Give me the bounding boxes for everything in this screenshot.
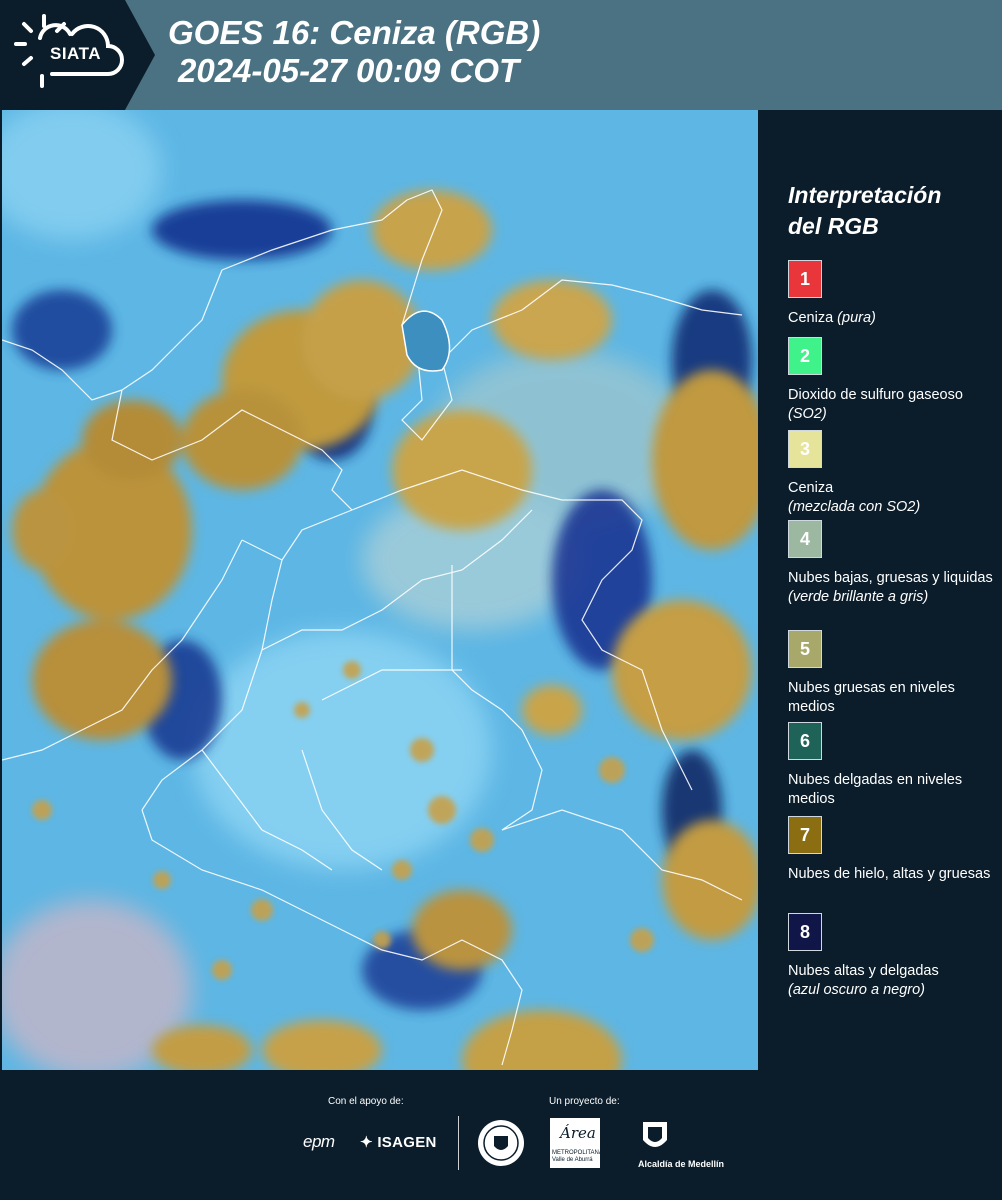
area-metropolitana-logo: Área METROPOLITANA Valle de Aburrá <box>550 1118 603 1168</box>
legend-item: 5 Nubes gruesas en niveles medios <box>788 630 993 717</box>
legend-panel: Interpretación del RGB 1 Ceniza (pura) 2… <box>770 110 1002 1070</box>
legend-label: Nubes bajas, gruesas y liquidas (verde br… <box>788 570 993 605</box>
project-label: Un proyecto de: <box>549 1096 620 1107</box>
legend-swatch: 2 <box>788 337 822 375</box>
legend-title: Interpretación del RGB <box>788 180 941 242</box>
legend-item: 2 Dioxido de sulfuro gaseoso (SO2) <box>788 337 993 424</box>
university-seal-icon <box>478 1120 524 1166</box>
medellin-crest-icon <box>643 1122 667 1147</box>
legend-label: Nubes altas y delgadas (azul oscuro a neg… <box>788 963 939 998</box>
legend-label: Nubes gruesas en niveles medios <box>788 680 955 715</box>
legend-swatch: 8 <box>788 913 822 951</box>
legend-item: 4 Nubes bajas, gruesas y liquidas (verde … <box>788 520 993 607</box>
legend-item: 8 Nubes altas y delgadas (azul oscuro a n… <box>788 913 993 1000</box>
legend-label: Ceniza (pura) <box>788 310 876 326</box>
legend-swatch: 7 <box>788 816 822 854</box>
legend-label: Nubes delgadas en niveles medios <box>788 772 963 807</box>
epm-logo: epm <box>303 1132 335 1151</box>
legend-label: Dioxido de sulfuro gaseoso (SO2) <box>788 387 963 422</box>
satellite-map <box>2 110 758 1070</box>
legend-label: Ceniza (mezclada con SO2) <box>788 480 921 515</box>
legend-swatch: 4 <box>788 520 822 558</box>
legend-item: 3 Ceniza (mezclada con SO2) <box>788 430 993 517</box>
legend-swatch: 1 <box>788 260 822 298</box>
title-product: GOES 16: Ceniza (RGB) <box>168 14 541 51</box>
satellite-image <box>2 110 758 1070</box>
header-bar: SIATA GOES 16: Ceniza (RGB) 2024-05-27 0… <box>0 0 1002 110</box>
isagen-text: ISAGEN <box>377 1134 437 1151</box>
area-logo-word: Área <box>560 1124 596 1142</box>
logo-label: SIATA <box>50 44 101 63</box>
isagen-logo: ✦ ISAGEN <box>360 1134 437 1151</box>
legend-swatch: 5 <box>788 630 822 668</box>
page-title: GOES 16: Ceniza (RGB) 2024-05-27 00:09 C… <box>168 14 540 90</box>
legend-item: 1 Ceniza (pura) <box>788 260 993 328</box>
legend-label: Nubes de hielo, altas y gruesas <box>788 866 991 882</box>
footer: Con el apoyo de: Un proyecto de: epm ✦ I… <box>0 1070 1002 1200</box>
legend-title-line2: del RGB <box>788 213 879 239</box>
legend-item: 6 Nubes delgadas en niveles medios <box>788 722 993 809</box>
medellin-label: Alcaldía de Medellín <box>638 1159 725 1169</box>
siata-logo: SIATA <box>0 0 155 110</box>
footer-divider <box>458 1116 459 1170</box>
legend-title-line1: Interpretación <box>788 182 942 208</box>
legend-swatch: 3 <box>788 430 822 468</box>
support-label: Con el apoyo de: <box>328 1096 404 1107</box>
title-timestamp: 2024-05-27 00:09 COT <box>178 52 520 89</box>
legend-swatch: 6 <box>788 722 822 760</box>
legend-item: 7 Nubes de hielo, altas y gruesas <box>788 816 993 884</box>
area-logo-subtitle: METROPOLITANA Valle de Aburrá <box>552 1150 603 1163</box>
